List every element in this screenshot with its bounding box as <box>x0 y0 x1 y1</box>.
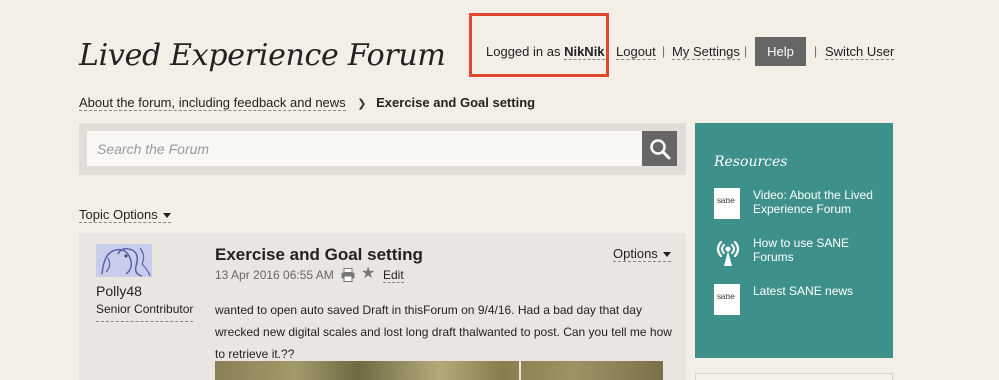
logged-in-prefix: Logged in as <box>486 44 561 59</box>
post-body: wanted to open auto saved Draft in thisF… <box>215 303 672 361</box>
breadcrumb: About the forum, including feedback and … <box>79 95 536 111</box>
edit-link[interactable]: Edit <box>383 268 404 283</box>
post-title: Exercise and Goal setting <box>215 245 423 264</box>
photo-divider <box>519 361 521 380</box>
print-icon[interactable] <box>341 268 355 287</box>
sane-document-icon: sane <box>714 284 742 316</box>
post-author-panel: Polly48 Senior Contributor <box>79 233 195 380</box>
avatar-image <box>96 244 152 277</box>
resource-item-label[interactable]: Video: About the Lived Experience Forum <box>753 188 889 216</box>
post-author-name[interactable]: Polly48 <box>96 283 142 299</box>
breadcrumb-current: Exercise and Goal setting <box>376 95 536 110</box>
post-options-menu[interactable]: Options <box>613 246 671 262</box>
username-link[interactable]: NikNik <box>564 44 605 60</box>
sane-document-icon: sane <box>714 188 742 220</box>
resources-sidebar: Resources sane Video: About the Lived Ex… <box>695 123 893 358</box>
search-input[interactable] <box>87 131 642 166</box>
avatar[interactable] <box>96 244 152 277</box>
sidebar-secondary-panel <box>695 373 893 380</box>
site-title: Lived Experience Forum <box>79 38 446 73</box>
post-photo[interactable] <box>215 361 663 380</box>
topic-options-menu[interactable]: Topic Options <box>79 207 171 223</box>
my-settings-link[interactable]: My Settings <box>672 44 740 60</box>
separator: | <box>814 44 818 58</box>
post-options-label: Options <box>613 246 658 261</box>
topic-options-label: Topic Options <box>79 207 158 222</box>
help-button[interactable]: Help <box>755 37 806 66</box>
breadcrumb-parent-link[interactable]: About the forum, including feedback and … <box>79 95 346 111</box>
caret-down-icon <box>662 252 671 258</box>
resources-title: Resources <box>714 154 788 170</box>
separator: | <box>662 44 666 58</box>
separator: | <box>744 44 748 58</box>
logout-link[interactable]: Logout <box>616 44 656 60</box>
search-icon <box>649 138 670 159</box>
post-date: 13 Apr 2016 06:55 AM <box>215 268 334 282</box>
resource-item-label[interactable]: How to use SANE Forums <box>753 236 889 264</box>
search-panel <box>79 123 686 175</box>
chevron-right-icon: ❯ <box>357 98 367 110</box>
search-button[interactable] <box>642 131 677 166</box>
star-icon[interactable]: ★ <box>361 266 375 282</box>
forum-post: Polly48 Senior Contributor Exercise and … <box>79 233 686 380</box>
resource-item-label[interactable]: Latest SANE news <box>753 284 853 298</box>
broadcast-icon <box>714 236 742 268</box>
switch-user-link[interactable]: Switch User <box>825 44 895 60</box>
post-author-rank: Senior Contributor <box>96 302 194 322</box>
caret-down-icon <box>162 213 171 219</box>
logged-in-status: Logged in as NikNik <box>486 44 605 60</box>
